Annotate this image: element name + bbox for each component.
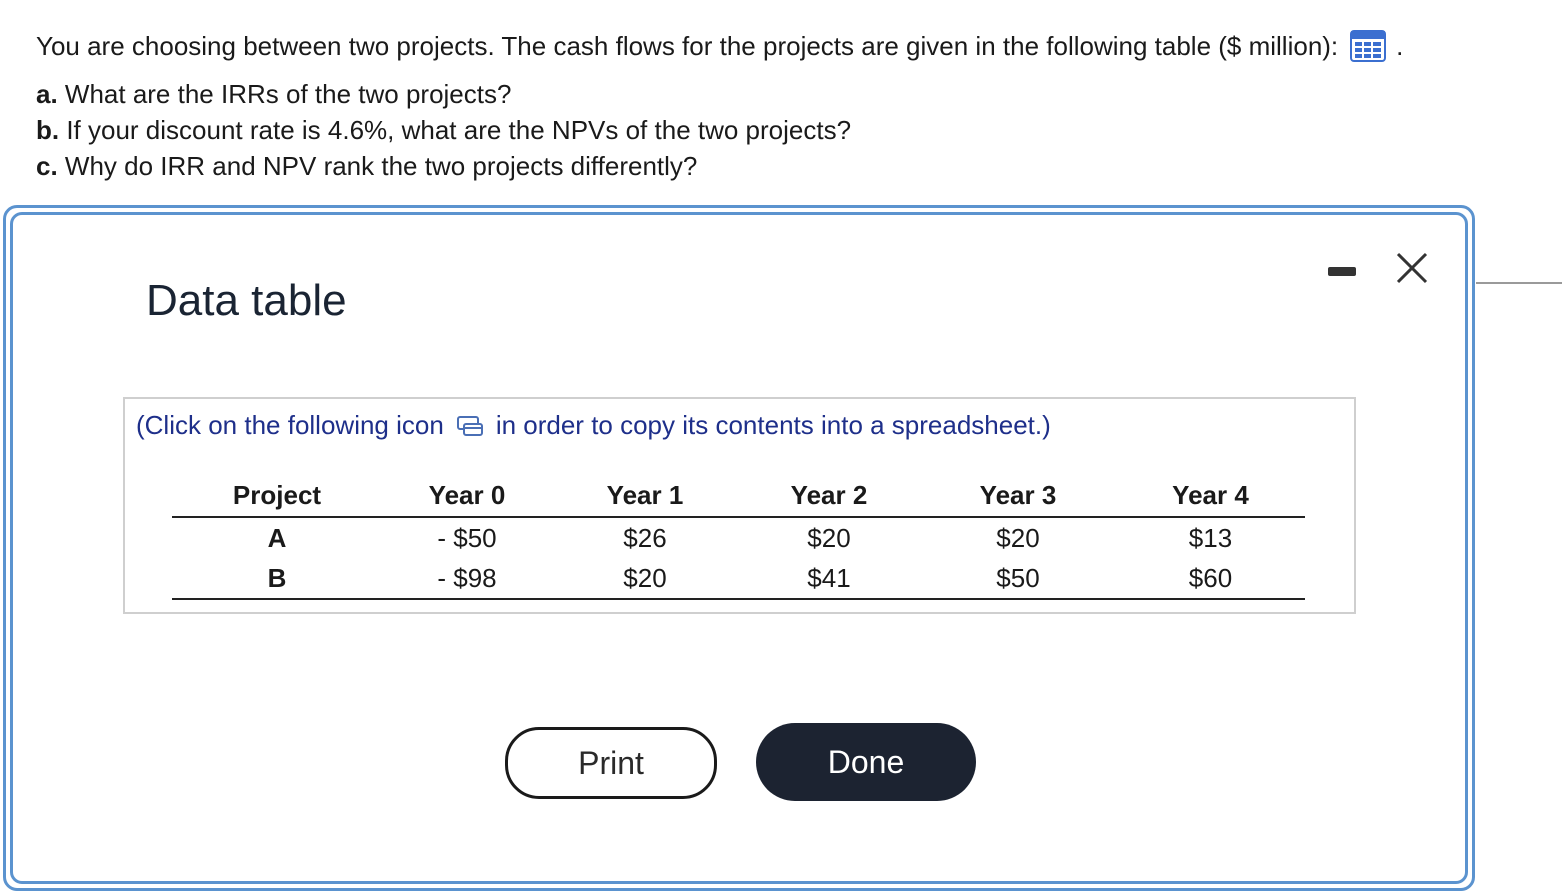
- header-year-4: Year 4: [1116, 474, 1305, 518]
- part-text: Why do IRR and NPV rank the two projects…: [57, 151, 698, 181]
- copy-note-after: in order to copy its contents into a spr…: [495, 410, 1051, 440]
- part-text: What are the IRRs of the two projects?: [57, 79, 512, 109]
- copy-note-before: (Click on the following icon: [136, 410, 444, 440]
- question-trailing-period: .: [1396, 31, 1404, 61]
- minimize-icon: [1328, 267, 1356, 276]
- question-part-a: a. What are the IRRs of the two projects…: [36, 76, 1403, 112]
- part-label: c.: [36, 151, 58, 181]
- part-label: b.: [36, 115, 60, 145]
- question-intro: You are choosing between two projects. T…: [36, 31, 1339, 61]
- header-year-0: Year 0: [382, 474, 552, 518]
- cash-flow-cell: - $50: [437, 522, 497, 553]
- cash-flow-cell: $50: [920, 558, 1116, 600]
- copy-instructions: (Click on the following icon in order to…: [136, 410, 1051, 441]
- cash-flow-cell: $13: [1188, 522, 1233, 553]
- project-cell: A: [267, 522, 287, 553]
- print-button[interactable]: Print: [505, 727, 717, 799]
- cash-flow-cell: $41: [738, 558, 920, 600]
- cash-flow-cell: $20: [807, 522, 851, 553]
- header-year-1: Year 1: [552, 474, 738, 518]
- cash-flow-table: Project Year 0 Year 1 Year 2 Year 3 Year…: [172, 474, 1305, 600]
- grid-table-icon[interactable]: [1350, 30, 1387, 62]
- dialog-title: Data table: [146, 276, 347, 325]
- done-button[interactable]: Done: [756, 723, 976, 801]
- question-block: You are choosing between two projects. T…: [36, 28, 1403, 184]
- cash-flow-cell: $20: [996, 522, 1040, 553]
- part-label: a.: [36, 79, 58, 109]
- project-cell: B: [172, 558, 382, 600]
- table-header-row: Project Year 0 Year 1 Year 2 Year 3 Year…: [172, 474, 1305, 518]
- header-project: Project: [172, 474, 382, 518]
- question-part-b: b. If your discount rate is 4.6%, what a…: [36, 112, 1403, 148]
- cash-flow-cell: - $98: [382, 558, 552, 600]
- table-row: A - $50 $26 $20 $20 $13: [172, 517, 1305, 558]
- header-year-3: Year 3: [920, 474, 1116, 518]
- table-row: B - $98 $20 $41 $50 $60: [172, 558, 1305, 600]
- header-year-2: Year 2: [738, 474, 920, 518]
- question-intro-line: You are choosing between two projects. T…: [36, 28, 1403, 64]
- cash-flow-cell: $20: [552, 558, 738, 600]
- close-button[interactable]: [1392, 250, 1432, 286]
- divider-line: [1476, 282, 1562, 284]
- close-icon: [1396, 252, 1428, 284]
- part-text: If your discount rate is 4.6%, what are …: [59, 115, 852, 145]
- cash-flow-cell: $26: [623, 522, 667, 553]
- minimize-button[interactable]: [1326, 258, 1360, 284]
- cash-flow-cell: $60: [1116, 558, 1305, 600]
- copy-spreadsheet-icon[interactable]: [456, 414, 484, 438]
- question-part-c: c. Why do IRR and NPV rank the two proje…: [36, 148, 1403, 184]
